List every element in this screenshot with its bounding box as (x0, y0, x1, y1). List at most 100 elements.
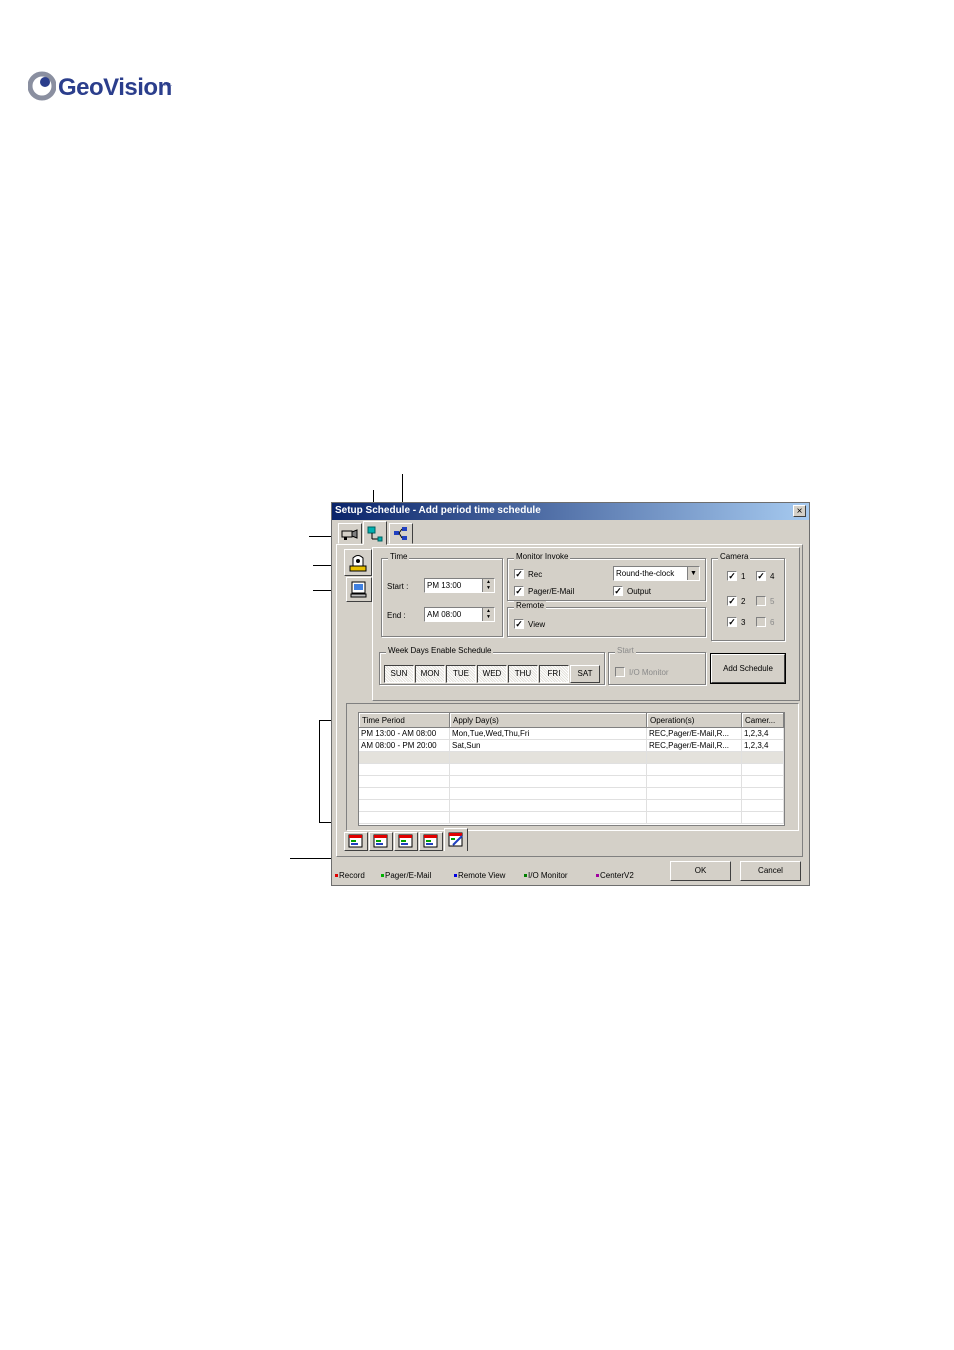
camera-1-checkbox[interactable]: ✓ (727, 571, 737, 581)
camera-6-label: 6 (770, 618, 775, 627)
legend-record-label: Record (339, 871, 365, 880)
end-time-spinner[interactable]: ▲ ▼ (482, 608, 494, 621)
table-cell (741, 763, 784, 776)
table-header-row: Time Period Apply Day(s) Operation(s) Ca… (359, 713, 784, 728)
table-row[interactable]: PM 13:00 - AM 08:00 Mon,Tue,Wed,Thu,Fri … (359, 727, 784, 740)
table-cell: REC,Pager/E-Mail,R... (646, 739, 742, 752)
camera-4-label: 4 (770, 572, 775, 581)
start-time-input[interactable]: PM 13:00 ▲ ▼ (424, 578, 495, 593)
rec-checkbox[interactable]: ✓ (514, 569, 524, 579)
table-cell (741, 787, 784, 800)
close-icon: × (796, 506, 803, 517)
schedule-tab-2[interactable] (369, 832, 393, 851)
ok-button[interactable]: OK (670, 861, 731, 881)
io-color-swatch (524, 874, 527, 878)
schedule-tab-4[interactable] (419, 832, 443, 851)
cancel-button[interactable]: Cancel (740, 861, 801, 881)
table-row[interactable] (359, 751, 784, 764)
rec-label: Rec (528, 570, 543, 579)
output-checkbox[interactable]: ✓ (613, 586, 623, 596)
day-mon-button[interactable]: MON (415, 665, 445, 683)
geovision-logo-icon (28, 71, 56, 101)
camera-tab-icon (341, 529, 358, 540)
table-row[interactable] (359, 775, 784, 788)
mode-select-value: Round-the-clock (616, 569, 675, 578)
end-time-input[interactable]: AM 08:00 ▲ ▼ (424, 607, 495, 622)
table-cell (359, 763, 450, 776)
table-cell (646, 763, 742, 776)
table-row[interactable] (359, 799, 784, 812)
table-cell (449, 751, 647, 764)
table-cell (646, 811, 742, 824)
camera-group-label: Camera (718, 552, 751, 561)
table-cell (741, 751, 784, 764)
day-sun-button[interactable]: SUN (384, 665, 414, 683)
output-label: Output (627, 587, 652, 596)
schedule-tab-icon (373, 834, 388, 848)
tab-tree[interactable] (389, 523, 413, 544)
camera-2-checkbox[interactable]: ✓ (727, 596, 737, 606)
title-bar[interactable]: Setup Schedule - Add period time schedul… (332, 503, 809, 520)
day-wed-button[interactable]: WED (477, 665, 507, 683)
column-time-period[interactable]: Time Period (359, 713, 450, 728)
end-label: End : (387, 611, 406, 620)
monitor-schedule-icon (350, 581, 367, 598)
legend-record: Record (335, 871, 365, 880)
record-color-swatch (335, 874, 338, 878)
network-tab-icon (367, 526, 383, 542)
start-group-label: Start (615, 646, 636, 655)
close-button[interactable]: × (793, 505, 806, 517)
schedule-button[interactable] (344, 549, 372, 576)
start-group: Start I/O Monitor (608, 646, 706, 685)
table-cell (359, 799, 450, 812)
table-cell (359, 751, 450, 764)
edit-schedule-tab[interactable] (444, 828, 468, 851)
io-monitor-checkbox (615, 667, 625, 677)
table-row[interactable] (359, 811, 784, 824)
spin-down-icon: ▼ (486, 614, 491, 620)
monitor-invoke-group: Monitor Invoke ✓ Rec ✓ Pager/E-Mail Roun… (507, 552, 706, 601)
legend-remote-view: Remote View (454, 871, 505, 880)
legend-center-label: CenterV2 (600, 871, 634, 880)
legend-pager-label: Pager/E-Mail (385, 871, 432, 880)
weekdays-group-label: Week Days Enable Schedule (386, 646, 494, 655)
schedule-table[interactable]: Time Period Apply Day(s) Operation(s) Ca… (358, 712, 785, 826)
table-row[interactable] (359, 787, 784, 800)
day-sat-button[interactable]: SAT (570, 665, 600, 683)
schedule-tab-1[interactable] (344, 832, 368, 851)
remote-group-label: Remote (514, 601, 547, 610)
column-apply-days[interactable]: Apply Day(s) (449, 713, 647, 728)
schedule-grid: Time Period Apply Day(s) Operation(s) Ca… (359, 713, 784, 824)
view-checkbox[interactable]: ✓ (514, 619, 524, 629)
day-fri-button[interactable]: FRI (539, 665, 569, 683)
table-row[interactable] (359, 763, 784, 776)
table-cell: PM 13:00 - AM 08:00 (359, 727, 450, 740)
day-thu-button[interactable]: THU (508, 665, 538, 683)
tab-network[interactable] (363, 521, 387, 545)
tab-camera[interactable] (338, 523, 362, 544)
legend-centerv2: CenterV2 (596, 871, 634, 880)
column-cameras[interactable]: Camer... (741, 713, 784, 728)
pager-email-checkbox[interactable]: ✓ (514, 586, 524, 596)
camera-group: Camera ✓ 1 ✓ 4 ✓ 2 5 ✓ 3 6 (711, 552, 785, 641)
mode-select[interactable]: Round-the-clock ▼ (613, 566, 700, 581)
table-cell (449, 799, 647, 812)
camera-3-checkbox[interactable]: ✓ (727, 617, 737, 627)
add-schedule-button[interactable]: Add Schedule (711, 654, 785, 683)
column-operations[interactable]: Operation(s) (646, 713, 742, 728)
schedule-tab-icon (348, 834, 363, 848)
camera-4-checkbox[interactable]: ✓ (756, 571, 766, 581)
callout-bracket (319, 720, 320, 823)
table-cell (646, 787, 742, 800)
monitor-schedule-button[interactable] (346, 577, 372, 602)
start-time-spinner[interactable]: ▲ ▼ (482, 579, 494, 592)
table-row[interactable]: AM 08:00 - PM 20:00 Sat,Sun REC,Pager/E-… (359, 739, 784, 752)
day-tue-button[interactable]: TUE (446, 665, 476, 683)
table-cell: 1,2,3,4 (741, 739, 784, 752)
schedule-tab-3[interactable] (394, 832, 418, 851)
weekdays-group: Week Days Enable Schedule SUN MON TUE WE… (379, 646, 605, 685)
mode-select-arrow[interactable]: ▼ (687, 567, 699, 580)
table-cell (359, 775, 450, 788)
pager-email-label: Pager/E-Mail (528, 587, 575, 596)
window-title: Setup Schedule - Add period time schedul… (335, 505, 541, 516)
